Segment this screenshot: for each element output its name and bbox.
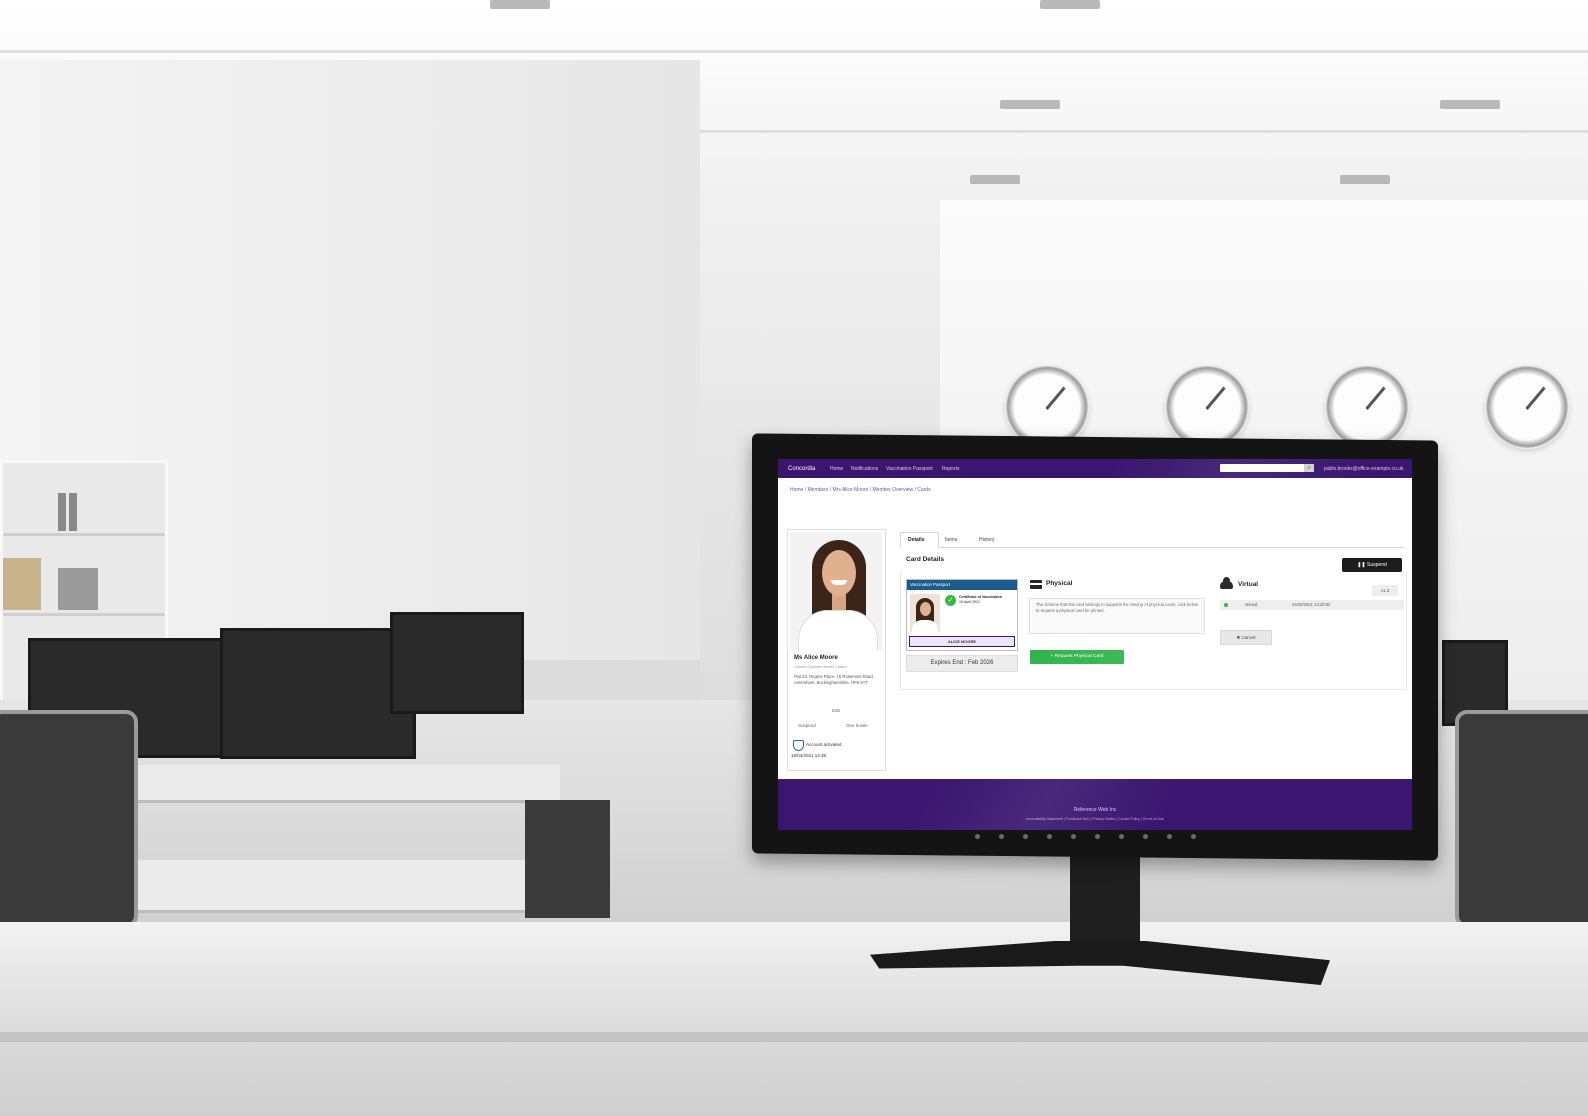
card-photo-suit [912,620,938,632]
virtual-title: Virtual [1238,581,1259,588]
ceiling-light [1440,100,1500,109]
suspend-card-button[interactable]: ❚❚ Suspend [1342,558,1402,572]
card-certificate: Certificate of Vaccination 19 April 2021 [959,595,1014,604]
ceiling-light [1040,0,1100,9]
ceiling-grid-line [0,50,1588,53]
account-status: Account activated [806,742,842,747]
card-holder-name: ALICE MOORE [909,636,1015,647]
app-logo[interactable]: Concordia [788,466,815,472]
monitor-button[interactable] [975,834,980,839]
office-desk [120,860,530,913]
monitor-button[interactable] [999,834,1004,839]
suspend-link[interactable]: Suspend [798,723,816,728]
monitor-button[interactable] [1023,834,1028,839]
virtual-status: Issued [1245,602,1258,607]
office-desk [130,765,560,803]
cloud-icon [1220,577,1233,589]
user-menu[interactable]: pablo.brooks@office-example.co.uk [1324,466,1403,472]
ceiling-light [490,0,550,9]
footer-title: Reference Web Inc [1073,807,1117,813]
background-monitor [390,612,524,714]
status-dot-icon [1224,603,1228,607]
member-profile-card: Ms Alice Moore Citizen Optimal Health Ce… [787,529,886,771]
background-monitor [220,628,416,759]
desk-pedestal [525,800,610,918]
member-name: Ms Alice Moore [794,655,838,661]
certificate-date: 19 April 2021 [959,599,980,604]
nav-item-reports[interactable]: Reports [942,466,960,472]
cancel-button[interactable]: ✖ Cancel [1220,630,1272,645]
wall-clock [1165,365,1249,449]
tab-details[interactable]: Details [908,537,924,543]
monitor-button[interactable] [1047,834,1052,839]
photo-suit [798,610,878,650]
virtual-card-row: Issued 24/03/2021 14:30:02 [1220,600,1404,610]
suspend-button-label: Suspend [1367,562,1387,568]
wall-clock [1325,365,1409,449]
shelf-row [3,613,165,616]
wall-clock [1485,365,1569,449]
page-footer: Reference Web Inc Accessibility Statemen… [778,779,1412,830]
binder [69,493,77,531]
ceiling-light [970,175,1020,184]
office-chair [0,710,138,928]
shield-icon [793,740,804,751]
tab-history[interactable]: History [979,537,995,543]
office-chair [1455,710,1588,928]
monitor-button[interactable] [1071,834,1076,839]
card-photo-face [920,602,931,616]
ceiling-light [1340,175,1390,184]
top-navbar: Concordia Home Notifications Vaccination… [778,459,1412,478]
credit-card-icon [1030,580,1042,589]
onehustle-link[interactable]: One hustle [846,723,868,728]
card-header: Vaccination Passport [907,580,1017,590]
monitor-button[interactable] [1143,834,1148,839]
physical-note: The scheme that this card belongs to sup… [1029,598,1205,634]
ceiling-grid-line [700,130,1588,133]
nav-item-vaccination-passport[interactable]: Vaccination Passport [886,466,933,472]
member-address: Flat 23, Regent Place, 15 Rosemont Road,… [794,674,874,685]
pause-icon: ❚❚ [1357,562,1368,568]
request-physical-card-button[interactable]: + Request Physical Card [1030,650,1124,664]
nav-item-notifications[interactable]: Notifications [851,466,878,472]
card-details-title: Card Details [906,556,944,563]
table-edge [0,1032,1588,1042]
edit-link[interactable]: Edit [832,708,840,713]
version-badge[interactable]: v1.3 [1372,585,1398,596]
physical-title: Physical [1046,580,1073,587]
card-photo [910,594,940,632]
breadcrumb[interactable]: Home / Members / Mrs Alice Moore / Membe… [790,487,931,493]
search-input[interactable] [1220,464,1314,472]
ceiling-light [1000,100,1060,109]
footer-links[interactable]: Accessibility Statement | Feedback Hub |… [778,817,1412,821]
shelf-row [3,533,165,536]
check-icon: ✓ [945,595,956,606]
vaccination-card-preview[interactable]: Vaccination Passport ✓ Certificate of Va… [906,579,1018,651]
foreground-table [0,922,1588,1116]
card-expiry: Expires End : Feb 2026 [906,655,1018,672]
binder [58,493,66,531]
monitor-button[interactable] [1191,834,1196,839]
nav-item-home[interactable]: Home [830,466,843,472]
search-icon[interactable]: ⌕ [1304,464,1314,472]
storage-box [3,558,41,610]
member-organisation: Citizen Optimal Health Centre [794,664,847,669]
photo-smile [831,580,847,585]
member-photo [790,532,882,650]
monitor-screen: Concordia Home Notifications Vaccination… [778,459,1412,830]
photo-face [822,550,856,596]
monitor-button[interactable] [1095,834,1100,839]
monitor-button[interactable] [1119,834,1124,839]
activated-date: 19/04/2021 14:38 [791,753,827,758]
tab-items[interactable]: Items [945,537,957,543]
binder [58,568,98,610]
monitor-button[interactable] [1167,834,1172,839]
tab-bar: Details Items History [900,532,1405,549]
virtual-timestamp: 24/03/2021 14:30:02 [1292,602,1331,607]
